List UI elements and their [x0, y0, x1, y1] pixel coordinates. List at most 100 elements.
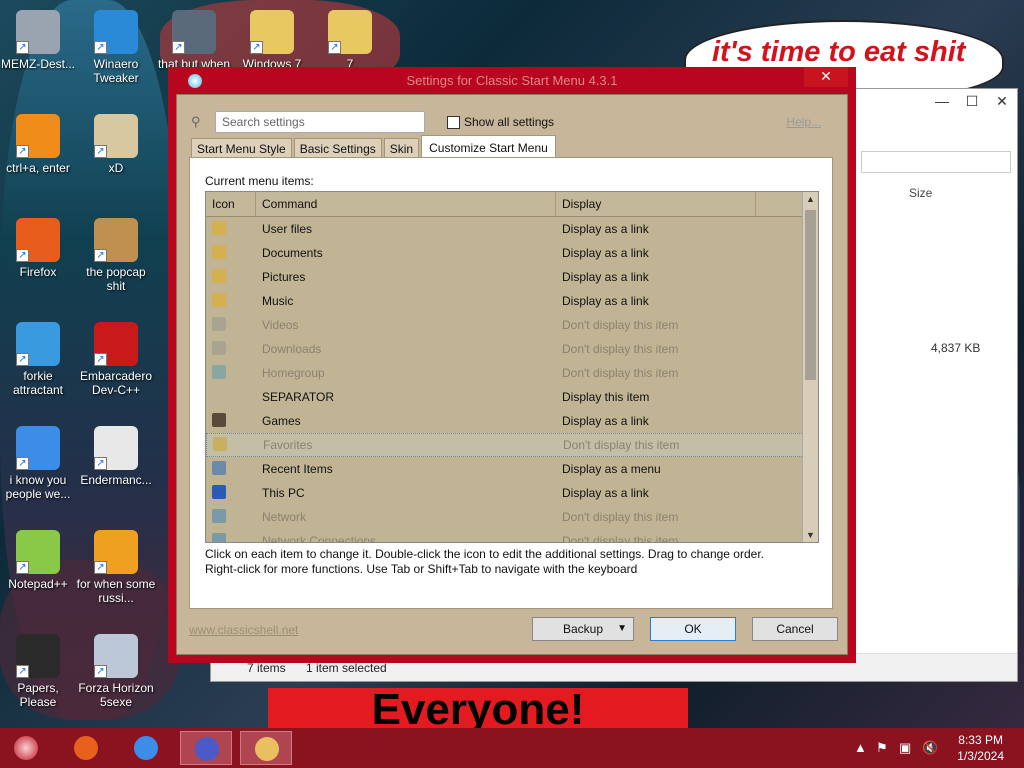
- start-button[interactable]: [0, 731, 52, 765]
- row-icon-cell[interactable]: [206, 508, 256, 526]
- desktop-icon[interactable]: ↗ Winaero Tweaker: [76, 10, 156, 85]
- desktop-icon[interactable]: ↗ Windows 7: [232, 10, 312, 71]
- clock[interactable]: 8:33 PM 1/3/2024: [957, 732, 1004, 764]
- menu-item-icon[interactable]: [212, 340, 226, 355]
- menu-item-icon[interactable]: [212, 292, 226, 307]
- vertical-scrollbar[interactable]: ▲ ▼: [802, 192, 818, 542]
- menu-item-icon[interactable]: [212, 508, 226, 523]
- dialog-title: Settings for Classic Start Menu 4.3.1: [406, 73, 618, 88]
- menu-item-icon[interactable]: [212, 460, 226, 475]
- close-icon[interactable]: ✕: [804, 67, 848, 87]
- taskbar-settings[interactable]: [180, 731, 232, 765]
- row-display: Don't display this item: [562, 318, 679, 332]
- column-header-icon[interactable]: Icon: [206, 192, 256, 216]
- desktop-icon[interactable]: ↗ forkie attractant: [0, 322, 78, 397]
- classic-shell-link[interactable]: www.classicshell.net: [189, 623, 298, 637]
- flag-icon[interactable]: ⚑: [876, 740, 888, 756]
- scroll-down-icon[interactable]: ▼: [806, 530, 815, 540]
- scroll-thumb[interactable]: [805, 210, 816, 380]
- menu-items-list[interactable]: Icon Command Display User files Display a…: [205, 191, 819, 543]
- menu-item-icon[interactable]: [212, 220, 226, 235]
- list-row[interactable]: User files Display as a link: [206, 217, 818, 241]
- list-row[interactable]: Videos Don't display this item: [206, 313, 818, 337]
- list-row[interactable]: Documents Display as a link: [206, 241, 818, 265]
- desktop-icon[interactable]: ↗ for when some russi...: [76, 530, 156, 605]
- backup-button[interactable]: Backup ▼: [532, 617, 634, 641]
- list-row[interactable]: Network Don't display this item: [206, 505, 818, 529]
- desktop-icon[interactable]: ↗ i know you people we...: [0, 426, 78, 501]
- dialog-body: ⚲ Search settings Show all settings Help…: [176, 94, 848, 655]
- menu-item-icon[interactable]: [212, 484, 226, 499]
- menu-item-icon[interactable]: [212, 316, 226, 331]
- desktop-icon[interactable]: ↗ Forza Horizon 5sexe: [76, 634, 156, 709]
- desktop-icon[interactable]: ↗ xD: [76, 114, 156, 175]
- close-icon[interactable]: ✕: [987, 89, 1017, 115]
- row-icon-cell[interactable]: [206, 292, 256, 310]
- ok-button[interactable]: OK: [650, 617, 736, 641]
- row-command: User files: [262, 222, 313, 236]
- row-icon-cell[interactable]: [206, 364, 256, 382]
- list-row[interactable]: Network Connections Don't display this it…: [206, 529, 818, 542]
- app-icon: ↗: [94, 426, 138, 470]
- taskbar-chrome[interactable]: [120, 731, 172, 765]
- list-row[interactable]: Recent Items Display as a menu: [206, 457, 818, 481]
- row-icon-cell[interactable]: [207, 436, 257, 454]
- chevron-up-icon[interactable]: ▲: [854, 740, 867, 755]
- minimize-icon[interactable]: —: [927, 89, 957, 115]
- menu-item-icon[interactable]: [212, 364, 226, 379]
- list-row[interactable]: Pictures Display as a link: [206, 265, 818, 289]
- menu-item-icon[interactable]: [212, 532, 226, 542]
- row-icon-cell[interactable]: [206, 244, 256, 262]
- cancel-button[interactable]: Cancel: [752, 617, 838, 641]
- menu-item-icon[interactable]: [212, 244, 226, 259]
- row-icon-cell[interactable]: [206, 220, 256, 238]
- search-settings-input[interactable]: Search settings: [215, 111, 425, 133]
- desktop-icon[interactable]: ↗ ctrl+a, enter: [0, 114, 78, 175]
- desktop-icon[interactable]: ↗ Endermanc...: [76, 426, 156, 487]
- column-header-size[interactable]: Size: [909, 186, 932, 200]
- column-header-display[interactable]: Display: [556, 192, 756, 216]
- row-icon-cell[interactable]: [206, 268, 256, 286]
- list-row[interactable]: Downloads Don't display this item: [206, 337, 818, 361]
- volume-muted-icon[interactable]: 🔇: [922, 740, 938, 756]
- classic-shell-icon: [188, 74, 202, 88]
- row-icon-cell[interactable]: [206, 484, 256, 502]
- desktop-icon[interactable]: ↗ Papers, Please: [0, 634, 78, 709]
- dialog-titlebar[interactable]: Settings for Classic Start Menu 4.3.1 ✕: [176, 67, 848, 94]
- row-icon-cell[interactable]: [206, 340, 256, 358]
- desktop-icon[interactable]: ↗ MEMZ-Dest...: [0, 10, 78, 71]
- explorer-search-box[interactable]: [861, 151, 1011, 173]
- help-link[interactable]: Help...: [786, 115, 821, 129]
- row-display: Don't display this item: [562, 366, 679, 380]
- list-row[interactable]: SEPARATOR Display this item: [206, 385, 818, 409]
- desktop-icon[interactable]: ↗ that but when: [154, 10, 234, 71]
- menu-item-icon[interactable]: [212, 268, 226, 283]
- desktop-icon-label: Winaero Tweaker: [93, 57, 139, 85]
- desktop-icon[interactable]: ↗ Embarcadero Dev-C++: [76, 322, 156, 397]
- network-icon[interactable]: ▣: [899, 740, 911, 756]
- list-row[interactable]: Favorites Don't display this item: [206, 433, 818, 457]
- row-display: Don't display this item: [562, 510, 679, 524]
- taskbar-explorer[interactable]: [240, 731, 292, 765]
- dropdown-arrow-icon[interactable]: ▼: [617, 618, 627, 640]
- row-icon-cell[interactable]: [206, 316, 256, 334]
- row-icon-cell[interactable]: [206, 460, 256, 478]
- desktop-icon[interactable]: ↗ 7: [310, 10, 390, 71]
- row-icon-cell[interactable]: [206, 412, 256, 430]
- checkbox-box[interactable]: [447, 115, 460, 129]
- list-row[interactable]: Games Display as a link: [206, 409, 818, 433]
- maximize-icon[interactable]: ☐: [957, 89, 987, 115]
- column-header-command[interactable]: Command: [256, 192, 556, 216]
- show-all-settings-checkbox[interactable]: Show all settings: [447, 115, 554, 129]
- scroll-up-icon[interactable]: ▲: [806, 194, 815, 204]
- desktop-icon[interactable]: ↗ Firefox: [0, 218, 78, 279]
- taskbar-firefox[interactable]: [60, 731, 112, 765]
- menu-item-icon[interactable]: [212, 412, 226, 427]
- list-row[interactable]: This PC Display as a link: [206, 481, 818, 505]
- desktop-icon[interactable]: ↗ the popcap shit: [76, 218, 156, 293]
- menu-item-icon[interactable]: [213, 436, 227, 451]
- list-row[interactable]: Homegroup Don't display this item: [206, 361, 818, 385]
- list-row[interactable]: Music Display as a link: [206, 289, 818, 313]
- row-icon-cell[interactable]: [206, 532, 256, 542]
- desktop-icon[interactable]: ↗ Notepad++: [0, 530, 78, 591]
